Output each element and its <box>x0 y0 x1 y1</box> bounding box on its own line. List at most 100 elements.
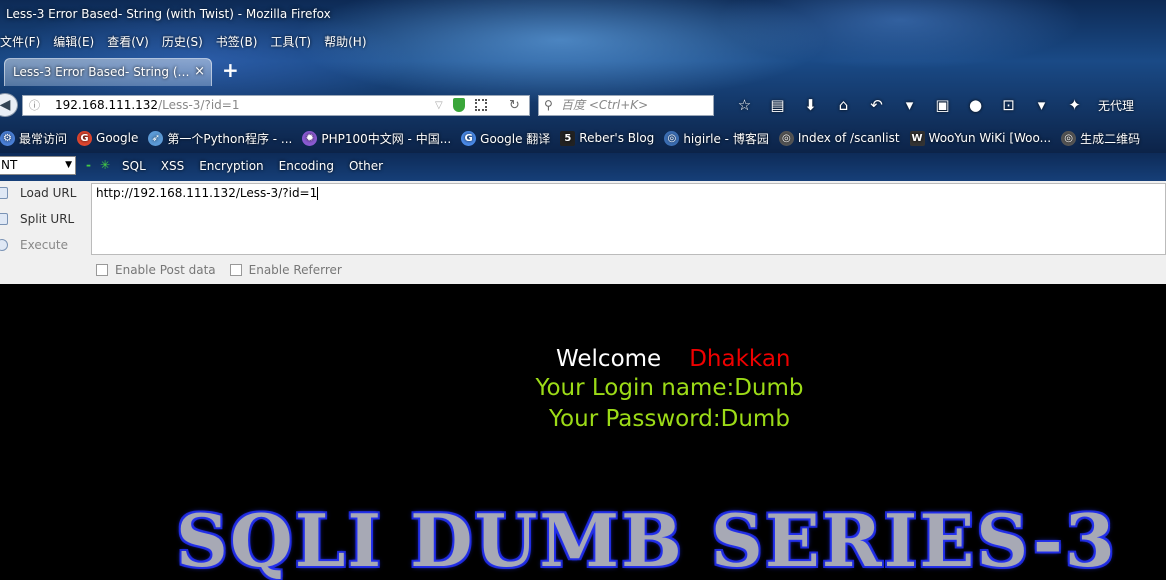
bookmark-item[interactable]: 5 Reber's Blog <box>560 128 654 148</box>
search-placeholder: 百度 <Ctrl+K> <box>561 98 649 112</box>
gear-icon: ⚙ <box>0 130 15 146</box>
screenshot-icon[interactable]: ▣ <box>926 96 959 114</box>
bookmark-label: Reber's Blog <box>579 131 655 145</box>
address-text: 192.168.111.132/Less-3/?id=1 <box>55 96 239 115</box>
toolbar-icons: ☆ ▤ ⬇ ⌂ ↶ ▾ ▣ ● ⊡ ▾ ✦ <box>728 96 1091 114</box>
new-tab-button[interactable]: + <box>222 58 239 82</box>
hackbar-menu-other[interactable]: Other <box>349 159 383 173</box>
search-icon: ⚲ <box>544 98 553 112</box>
referrer-checkbox[interactable] <box>229 264 242 276</box>
hackbar-menu-encryption[interactable]: Encryption <box>199 159 263 173</box>
bookmark-label: Google 翻译 <box>480 131 551 146</box>
address-bar[interactable]: ⓘ 192.168.111.132/Less-3/?id=1 ▽ ↻ <box>22 95 530 116</box>
address-host: 192.168.111.132 <box>55 98 159 112</box>
bookmark-label: 最常访问 <box>19 131 68 146</box>
bookmark-item[interactable]: ◎ higirle - 博客园 <box>664 128 769 148</box>
bookmark-label: PHP100中文网 - 中国... <box>321 131 452 146</box>
minus-icon[interactable]: - <box>86 158 91 172</box>
shield-icon[interactable] <box>453 98 465 112</box>
chevron-down-icon[interactable]: ▾ <box>893 96 926 114</box>
hackbar-menu-sql[interactable]: SQL <box>122 159 146 173</box>
execute-icon <box>0 239 8 251</box>
chevron-down-icon[interactable]: ▾ <box>1025 96 1058 114</box>
crop-icon[interactable]: ⊡ <box>992 96 1025 114</box>
reading-list-icon[interactable]: ▤ <box>761 96 794 114</box>
bookmark-label: 生成二维码 <box>1080 131 1141 146</box>
address-path: /Less-3/?id=1 <box>158 98 240 112</box>
hackbar-menu: SQL XSS Encryption Encoding Other <box>122 159 398 173</box>
home-icon[interactable]: ⌂ <box>827 96 860 114</box>
globe-icon: ◎ <box>1061 130 1077 146</box>
undo-icon[interactable]: ↶ <box>860 96 893 114</box>
load-url-button[interactable]: Load URL <box>0 186 77 200</box>
star-icon[interactable]: ☆ <box>728 96 761 114</box>
execute-label: Execute <box>20 238 68 252</box>
nav-bar: ◀ ⓘ 192.168.111.132/Less-3/?id=1 ▽ ↻ ⚲ 百… <box>0 92 1166 118</box>
bookmark-label: WooYun WiKi [Woo... <box>928 131 1052 145</box>
login-name-text: Your Login name:Dumb <box>535 375 804 401</box>
menu-file[interactable]: 文件(F) <box>0 33 40 51</box>
tab-close-icon[interactable]: × <box>194 59 205 85</box>
execute-button[interactable]: Execute <box>0 238 68 252</box>
proxy-button[interactable]: 无代理 <box>1098 97 1134 114</box>
split-url-button[interactable]: Split URL <box>0 212 75 226</box>
menu-help[interactable]: 帮助(H) <box>324 33 366 51</box>
menu-tools[interactable]: 工具(T) <box>270 33 311 51</box>
bookmark-item[interactable]: W WooYun WiKi [Woo... <box>909 128 1052 148</box>
password-text: Your Password:Dumb <box>549 406 790 432</box>
rocket-icon: ➶ <box>148 130 164 146</box>
menu-bookmarks[interactable]: 书签(B) <box>216 33 258 51</box>
reload-icon[interactable]: ↻ <box>509 96 520 115</box>
translate-icon: G <box>461 130 477 146</box>
hackbar-toolbar: NT ▼ - ✳ SQL XSS Encryption Encoding Oth… <box>0 153 1166 181</box>
hackbar-select-value: NT <box>1 158 18 172</box>
bookmark-label: 第一个Python程序 - ... <box>167 131 293 146</box>
wooyun-icon: W <box>909 130 925 146</box>
address-dropdown-icon[interactable]: ▽ <box>435 96 443 115</box>
bookmark-item[interactable]: ✹ PHP100中文网 - 中国... <box>302 128 451 148</box>
post-data-label: Enable Post data <box>115 263 216 277</box>
menu-edit[interactable]: 编辑(E) <box>53 33 94 51</box>
qr-code-icon[interactable] <box>475 99 487 111</box>
bookmark-item[interactable]: G Google 翻译 <box>461 128 550 148</box>
bookmark-item[interactable]: G Google <box>77 128 138 148</box>
bookmark-item[interactable]: ➶ 第一个Python程序 - ... <box>148 128 292 148</box>
bookmark-item[interactable]: ◎ Index of /scanlist <box>778 128 900 148</box>
hackbar-url-text: http://192.168.111.132/Less-3/?id=1 <box>96 186 318 200</box>
hackbar-select[interactable]: NT ▼ <box>0 156 76 175</box>
menu-history[interactable]: 历史(S) <box>162 33 203 51</box>
post-data-checkbox[interactable] <box>96 264 108 276</box>
fox-icon[interactable]: ✦ <box>1058 96 1091 114</box>
back-button[interactable]: ◀ <box>0 93 18 117</box>
bookmark-item[interactable]: ◎ 生成二维码 <box>1061 128 1140 148</box>
menu-view[interactable]: 查看(V) <box>107 33 149 51</box>
split-url-label: Split URL <box>20 212 75 226</box>
chevron-down-icon: ▼ <box>65 160 72 170</box>
hackbar-menu-xss[interactable]: XSS <box>161 159 184 173</box>
hackbar-options: Enable Post data Enable Referrer <box>96 263 356 277</box>
hackbar-menu-encoding[interactable]: Encoding <box>279 159 334 173</box>
tab-active[interactable]: Less-3 Error Based- String (… × <box>4 58 212 86</box>
bookmark-label: Index of /scanlist <box>797 131 900 145</box>
welcome-line: Welcome Dhakkan <box>556 346 791 372</box>
window-title: Less-3 Error Based- String (with Twist) … <box>6 7 331 21</box>
plus-icon[interactable]: ✳ <box>100 158 110 172</box>
bookmark-item[interactable]: ⚙ 最常访问 <box>0 128 67 148</box>
load-url-label: Load URL <box>20 186 77 200</box>
bookmark-label: Google <box>96 131 139 145</box>
google-icon: G <box>77 130 93 146</box>
download-icon[interactable]: ⬇ <box>794 96 827 114</box>
bookmarks-toolbar: ⚙ 最常访问 G Google ➶ 第一个Python程序 - ... ✹ PHP100… <box>0 128 1150 148</box>
hackbar-url-input[interactable]: http://192.168.111.132/Less-3/?id=1 <box>91 183 1166 255</box>
browser-chrome: Less-3 Error Based- String (with Twist) … <box>0 0 1166 153</box>
bookmark-label: higirle - 博客园 <box>683 131 769 146</box>
tab-label: Less-3 Error Based- String (… <box>13 65 190 79</box>
series-banner: SQLI DUMB SERIES-3 <box>176 502 1117 580</box>
globe-icon: ◎ <box>664 130 680 146</box>
chat-icon[interactable]: ● <box>959 96 992 114</box>
site-info-icon[interactable]: ⓘ <box>29 96 40 115</box>
hackbar-panel: Load URL Split URL Execute http://192.16… <box>0 181 1166 284</box>
search-input[interactable]: ⚲ 百度 <Ctrl+K> <box>538 95 714 116</box>
text-cursor <box>317 187 319 200</box>
hackbar-actions: Load URL Split URL Execute <box>0 181 90 255</box>
